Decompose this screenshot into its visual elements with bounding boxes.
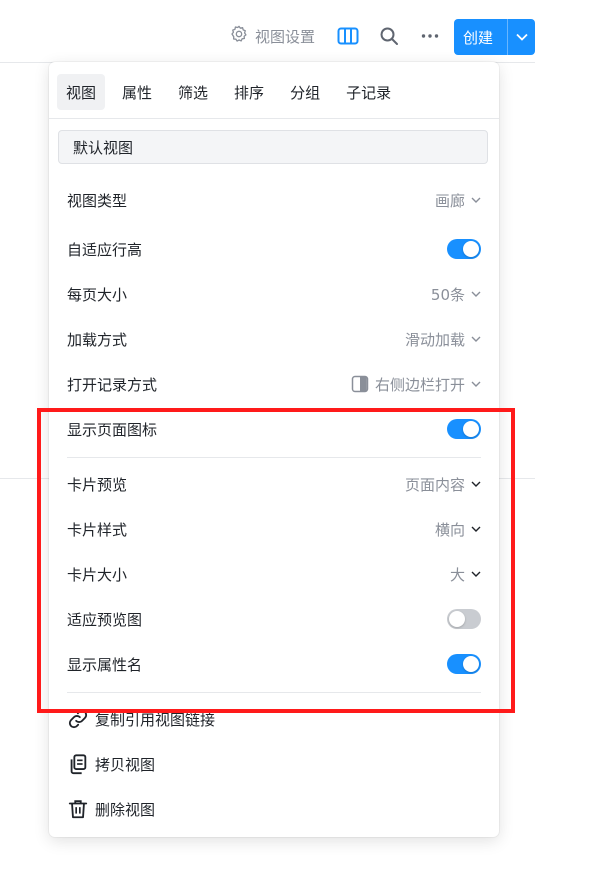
chevron-down-icon: [471, 336, 481, 342]
load-mode-value: 滑动加载: [404, 330, 465, 349]
chevron-down-icon: [471, 571, 481, 577]
chevron-down-icon: [471, 526, 481, 532]
setting-load-mode: 加载方式 滑动加载: [67, 321, 481, 357]
page-size-label: 每页大小: [67, 285, 128, 304]
link-icon: [68, 709, 88, 729]
open-mode-value: 右侧边栏打开: [374, 375, 465, 394]
tab-sort[interactable]: 排序: [225, 74, 273, 110]
search-icon[interactable]: [377, 24, 401, 48]
delete-view-label: 删除视图: [95, 800, 156, 819]
page-size-value: 50条: [430, 285, 465, 304]
card-size-select[interactable]: 大: [450, 564, 481, 585]
view-settings-button[interactable]: 视图设置: [229, 24, 315, 48]
chevron-down-icon: [471, 381, 481, 387]
toggle-knob: [463, 421, 479, 437]
setting-card-style: 卡片样式 横向: [67, 511, 481, 547]
tab-subrecords[interactable]: 子记录: [337, 74, 400, 110]
load-mode-label: 加载方式: [67, 330, 128, 349]
toggle-knob: [449, 611, 465, 627]
setting-fit-preview: 适应预览图: [67, 601, 481, 637]
section-divider: [67, 692, 481, 693]
copy-link-label: 复制引用视图链接: [95, 710, 216, 729]
create-label: 创建: [463, 28, 494, 47]
trash-icon: [68, 800, 88, 819]
tabs-divider: [49, 118, 499, 119]
setting-view-type: 视图类型 画廊: [67, 182, 481, 218]
duplicate-icon: [70, 754, 87, 775]
create-button[interactable]: 创建: [454, 19, 535, 55]
view-type-value: 画廊: [434, 191, 465, 210]
page-size-select[interactable]: 50条: [431, 284, 481, 305]
fit-preview-label: 适应预览图: [67, 610, 143, 629]
setting-show-prop-name: 显示属性名: [67, 646, 481, 682]
setting-open-mode: 打开记录方式 右侧边栏打开: [67, 366, 481, 402]
duplicate-view-label: 拷贝视图: [95, 755, 156, 774]
setting-auto-row-height: 自适应行高: [67, 231, 481, 267]
more-icon[interactable]: [418, 24, 442, 48]
chevron-down-icon: [471, 481, 481, 487]
copy-link-action[interactable]: 复制引用视图链接: [67, 704, 215, 734]
sidebar-panel-icon: [351, 375, 369, 393]
setting-show-page-icon: 显示页面图标: [67, 411, 481, 447]
load-mode-select[interactable]: 滑动加载: [405, 329, 481, 350]
card-style-select[interactable]: 横向: [435, 519, 481, 540]
show-prop-name-label: 显示属性名: [67, 655, 143, 674]
card-size-label: 卡片大小: [67, 565, 128, 584]
open-mode-select[interactable]: 右侧边栏打开: [351, 374, 481, 395]
fit-preview-toggle[interactable]: [447, 609, 481, 629]
view-type-select[interactable]: 画廊: [435, 190, 481, 211]
auto-row-height-label: 自适应行高: [67, 240, 143, 259]
duplicate-view-action[interactable]: 拷贝视图: [67, 749, 155, 779]
chevron-down-icon: [471, 197, 481, 203]
toggle-knob: [463, 241, 479, 257]
show-page-icon-toggle[interactable]: [447, 419, 481, 439]
view-settings-label: 视图设置: [255, 27, 316, 46]
open-mode-label: 打开记录方式: [67, 375, 158, 394]
view-type-label: 视图类型: [67, 191, 128, 210]
tab-filter[interactable]: 筛选: [169, 74, 217, 110]
section-divider: [67, 457, 481, 458]
auto-row-height-toggle[interactable]: [447, 239, 481, 259]
chevron-down-icon: [471, 291, 481, 297]
card-style-label: 卡片样式: [67, 520, 128, 539]
view-settings-panel: 视图 属性 筛选 排序 分组 子记录 视图类型 画廊 自适应行高 每页大小 50…: [49, 62, 499, 837]
card-preview-select[interactable]: 页面内容: [405, 474, 481, 495]
toggle-knob: [463, 656, 479, 672]
card-preview-value: 页面内容: [404, 475, 465, 494]
card-preview-label: 卡片预览: [67, 475, 128, 494]
card-style-value: 横向: [434, 520, 465, 539]
card-size-value: 大: [449, 565, 465, 584]
tab-group[interactable]: 分组: [281, 74, 329, 110]
top-toolbar: 视图设置 创建: [0, 0, 535, 63]
settings-tabs: 视图 属性 筛选 排序 分组 子记录: [57, 74, 400, 110]
columns-icon[interactable]: [336, 24, 360, 48]
setting-card-preview: 卡片预览 页面内容: [67, 466, 481, 502]
setting-card-size: 卡片大小 大: [67, 556, 481, 592]
delete-view-action[interactable]: 删除视图: [67, 794, 155, 824]
tab-view[interactable]: 视图: [57, 74, 106, 110]
setting-page-size: 每页大小 50条: [67, 276, 481, 312]
tab-properties[interactable]: 属性: [113, 74, 161, 110]
show-prop-name-toggle[interactable]: [447, 654, 481, 674]
view-name-input[interactable]: [58, 130, 488, 164]
show-page-icon-label: 显示页面图标: [67, 420, 158, 439]
chevron-down-icon[interactable]: [508, 33, 535, 41]
gear-icon: [229, 24, 249, 48]
